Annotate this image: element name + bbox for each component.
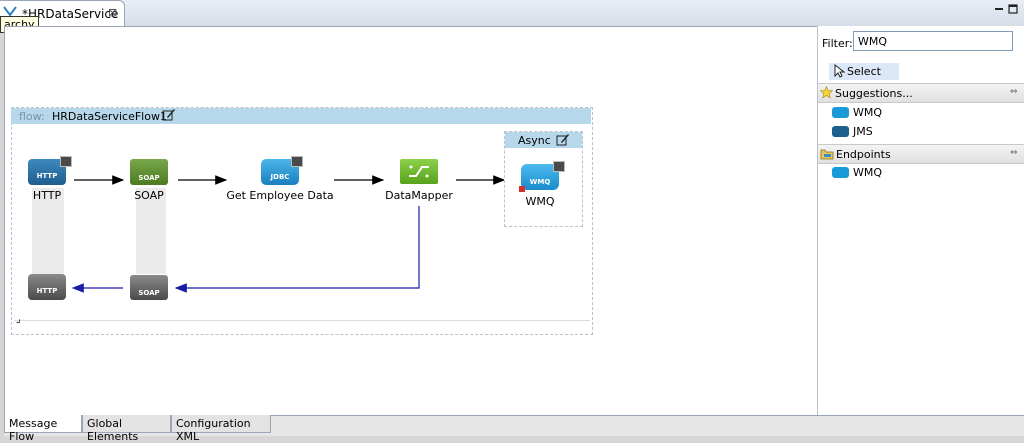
endpoints-title: Endpoints (836, 148, 891, 161)
http-response-icon[interactable]: HTTP (28, 274, 66, 300)
jms-palette-icon (832, 126, 849, 137)
return-connector-mapper-soap (174, 206, 420, 293)
exchange-pattern-badge-icon (553, 161, 565, 172)
folder-icon (820, 149, 834, 160)
soap-response-icon-text: SOAP (138, 289, 160, 297)
soap-node-label: SOAP (134, 189, 164, 202)
error-marker-icon (519, 186, 525, 192)
http-icon-text: HTTP (36, 172, 58, 180)
collapse-drawer-icon[interactable]: ⇔ (1010, 87, 1018, 97)
datamapper-icon[interactable] (400, 159, 438, 184)
palette-item-jms[interactable]: JMS (853, 125, 873, 138)
suggestions-title: Suggestions... (835, 87, 913, 100)
soap-response-icon[interactable]: SOAP (130, 275, 168, 300)
jdbc-icon-text: JDBC (270, 173, 290, 181)
filter-input[interactable] (853, 31, 1013, 51)
get-employee-data-label: Get Employee Data (226, 189, 334, 202)
soap-icon-text: SOAP (138, 174, 160, 182)
async-label: Async (518, 134, 551, 147)
mapping-arrows-icon (409, 165, 429, 178)
maximize-icon[interactable] (1008, 4, 1018, 14)
star-icon (820, 86, 833, 99)
exchange-pattern-badge-icon (291, 156, 303, 167)
http-node-label: HTTP (32, 189, 62, 202)
palette-item-wmq[interactable]: WMQ (853, 106, 882, 119)
minimize-icon[interactable] (994, 4, 1004, 14)
soap-component-icon[interactable]: SOAP (130, 159, 168, 185)
wmq-icon-text: WMQ (529, 178, 551, 186)
wmq-palette-icon (832, 107, 849, 118)
palette-item-wmq-endpoint[interactable]: WMQ (853, 166, 882, 179)
wmq-palette-icon (832, 167, 849, 178)
collapse-icon[interactable]: ⌟ (16, 314, 21, 325)
http-response-icon-text: HTTP (36, 287, 58, 295)
tab-message-flow[interactable]: Message Flow (4, 415, 82, 443)
select-tool-label: Select (847, 65, 881, 78)
datamapper-label: DataMapper (385, 189, 453, 202)
tab-global-elements[interactable]: Global Elements (82, 415, 171, 443)
tab-configuration-xml[interactable]: Configuration XML (171, 415, 271, 443)
flow-divider (14, 320, 590, 321)
edit-icon[interactable] (556, 133, 570, 146)
flow-connectors (71, 175, 506, 293)
wmq-node-label: WMQ (525, 195, 555, 208)
collapse-drawer-icon[interactable]: ⇔ (1010, 148, 1018, 158)
exchange-pattern-badge-icon (60, 156, 72, 167)
filter-label: Filter: (822, 37, 853, 50)
pointer-icon (834, 64, 845, 78)
